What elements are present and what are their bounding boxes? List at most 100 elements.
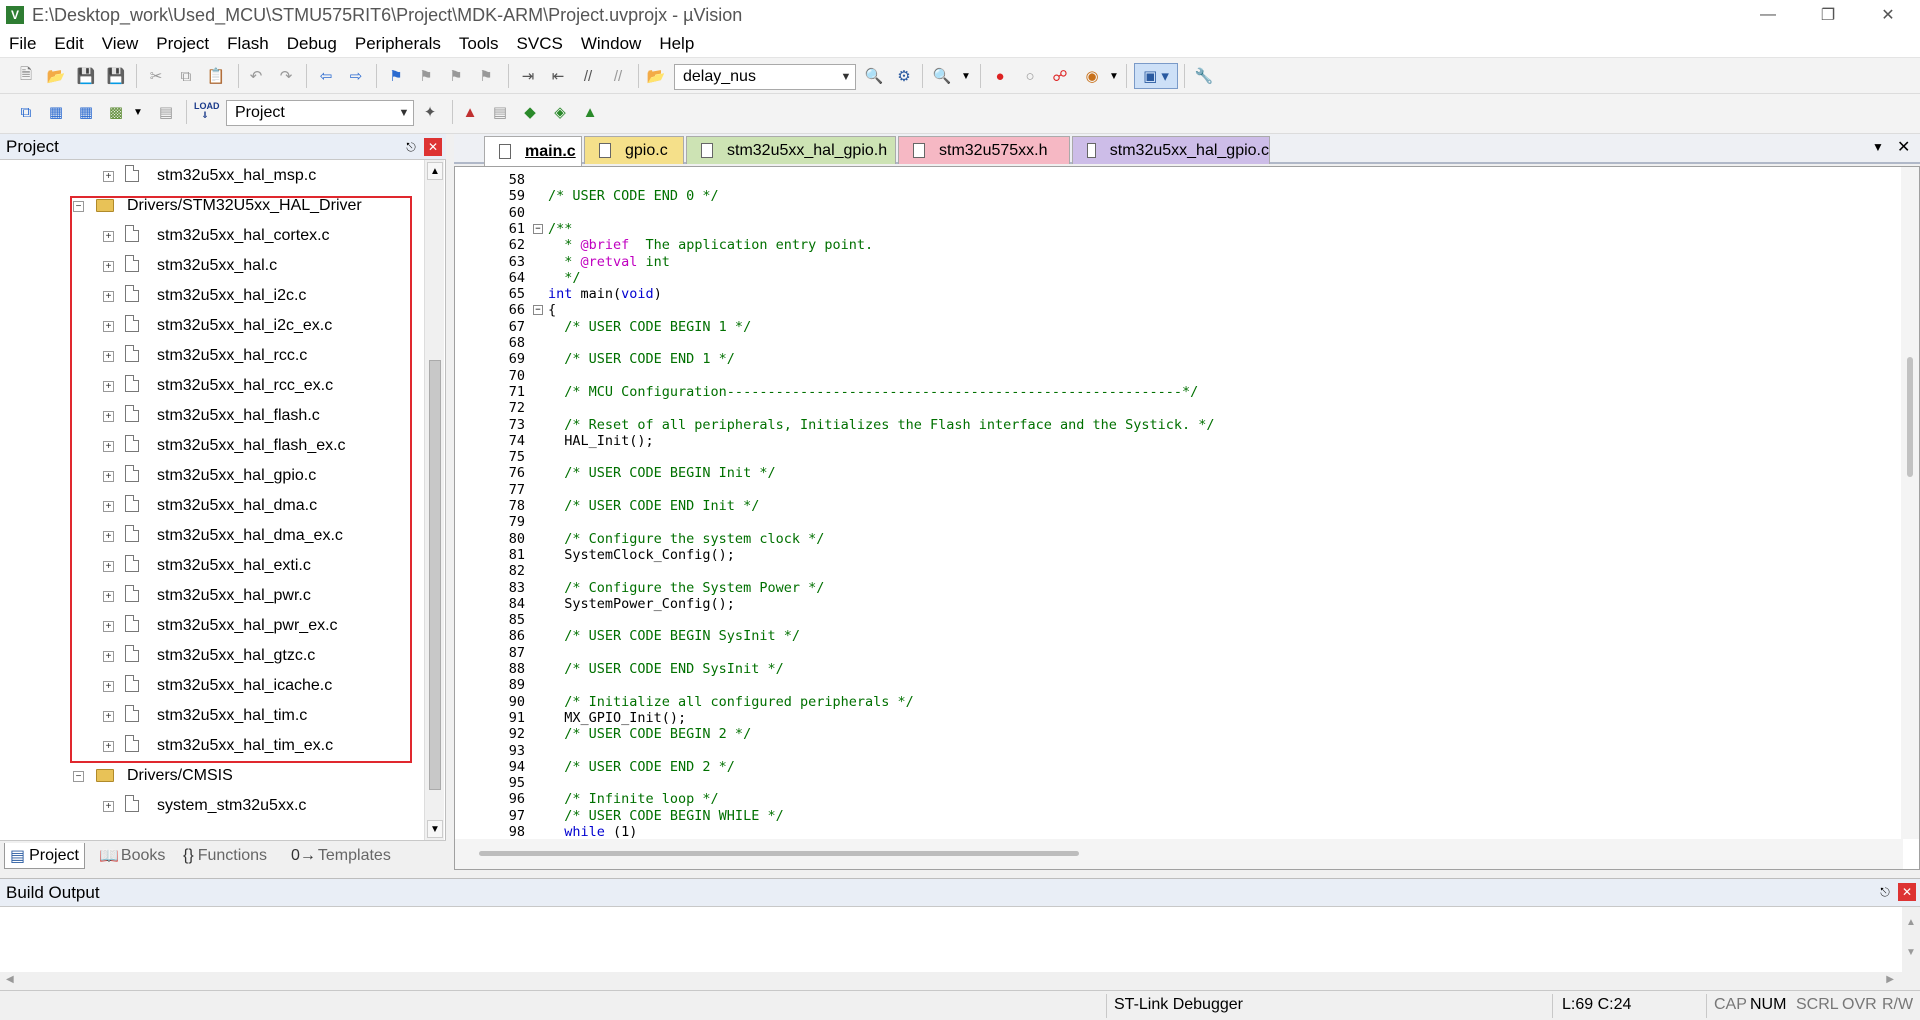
- close-window-button[interactable]: ✕: [1858, 0, 1918, 30]
- code-line[interactable]: 79: [455, 514, 1895, 530]
- code-line[interactable]: 61−/**: [455, 221, 1895, 237]
- manage-project-items-icon[interactable]: ▲: [460, 102, 480, 122]
- code-line[interactable]: 86 /* USER CODE BEGIN SysInit */: [455, 628, 1895, 644]
- minimize-button[interactable]: —: [1738, 0, 1798, 30]
- expand-icon[interactable]: +: [103, 171, 114, 182]
- menu-edit[interactable]: Edit: [45, 34, 92, 54]
- chevron-down-icon[interactable]: ▼: [1104, 66, 1124, 86]
- chevron-down-icon[interactable]: ▼: [956, 66, 976, 86]
- code-line[interactable]: 85: [455, 612, 1895, 628]
- close-panel-icon[interactable]: ✕: [424, 138, 442, 156]
- expand-icon[interactable]: +: [103, 801, 114, 812]
- redo-icon[interactable]: ↷: [276, 66, 296, 86]
- window-layout-icon[interactable]: ▣ ▾: [1134, 63, 1178, 89]
- previous-bookmark-icon[interactable]: ⚑: [416, 66, 436, 86]
- code-line[interactable]: 91 MX_GPIO_Init();: [455, 710, 1895, 726]
- tree-folder-item[interactable]: − Drivers/CMSIS: [0, 763, 424, 789]
- code-line[interactable]: 90 /* Initialize all configured peripher…: [455, 694, 1895, 710]
- pin-icon[interactable]: ⎋: [1876, 883, 1894, 901]
- next-bookmark-icon[interactable]: ⚑: [446, 66, 466, 86]
- configure-icon[interactable]: 🔧: [1194, 66, 1214, 86]
- pack-installer-icon[interactable]: ◆: [520, 102, 540, 122]
- code-line[interactable]: 62 * @brief The application entry point.: [455, 237, 1895, 253]
- code-line[interactable]: 73 /* Reset of all peripherals, Initiali…: [455, 417, 1895, 433]
- tree-scroll-thumb[interactable]: [429, 360, 441, 790]
- menu-tools[interactable]: Tools: [450, 34, 508, 54]
- menu-project[interactable]: Project: [147, 34, 218, 54]
- scroll-left-icon[interactable]: ◀: [6, 974, 14, 985]
- rebuild-icon[interactable]: ▦: [76, 102, 96, 122]
- code-line[interactable]: 83 /* Configure the System Power */: [455, 580, 1895, 596]
- tab-functions[interactable]: {} Functions: [178, 843, 272, 869]
- chevron-down-icon[interactable]: ▼: [395, 101, 413, 125]
- code-line[interactable]: 84 SystemPower_Config();: [455, 596, 1895, 612]
- editor-hscroll-thumb[interactable]: [479, 851, 1079, 856]
- code-line[interactable]: 89: [455, 677, 1895, 693]
- code-line[interactable]: 68: [455, 335, 1895, 351]
- code-line[interactable]: 69 /* USER CODE END 1 */: [455, 351, 1895, 367]
- code-line[interactable]: 64 */: [455, 270, 1895, 286]
- tab-project[interactable]: ▤ Project: [4, 843, 85, 869]
- code-line[interactable]: 81 SystemClock_Config();: [455, 547, 1895, 563]
- code-line[interactable]: 78 /* USER CODE END Init */: [455, 498, 1895, 514]
- find-icon[interactable]: 🔍: [864, 66, 884, 86]
- build-output-horizontal-scrollbar[interactable]: ◀ ▶: [0, 972, 1904, 990]
- chevron-down-icon[interactable]: ▼: [128, 102, 148, 122]
- code-line[interactable]: 76 /* USER CODE BEGIN Init */: [455, 465, 1895, 481]
- find-combo[interactable]: delay_nus ▼: [674, 64, 856, 90]
- indent-icon[interactable]: ⇥: [518, 66, 538, 86]
- enable-breakpoint-icon[interactable]: ○: [1020, 66, 1040, 86]
- close-panel-icon[interactable]: ✕: [1898, 883, 1916, 901]
- clear-bookmarks-icon[interactable]: ⚑: [476, 66, 496, 86]
- tree-file-item[interactable]: + system_stm32u5xx.c: [0, 793, 424, 819]
- fold-collapse-icon[interactable]: −: [533, 223, 543, 234]
- tab-templates[interactable]: 0→ Templates: [286, 843, 396, 869]
- translate-icon[interactable]: ⧉: [16, 102, 36, 122]
- tab-list-icon[interactable]: ▼: [1872, 140, 1884, 154]
- code-line[interactable]: 74 HAL_Init();: [455, 433, 1895, 449]
- editor-tab[interactable]: stm32u5xx_hal_gpio.c: [1072, 136, 1270, 164]
- insert-bookmark-icon[interactable]: ⚑: [386, 66, 406, 86]
- editor-vertical-scrollbar[interactable]: [1901, 167, 1919, 839]
- code-line[interactable]: 80 /* Configure the system clock */: [455, 531, 1895, 547]
- code-line[interactable]: 92 /* USER CODE BEGIN 2 */: [455, 726, 1895, 742]
- find-in-files-icon[interactable]: 📂: [646, 66, 666, 86]
- editor-vscroll-thumb[interactable]: [1907, 357, 1913, 477]
- code-line[interactable]: 66−{: [455, 302, 1895, 318]
- code-line[interactable]: 72: [455, 400, 1895, 416]
- code-line[interactable]: 96 /* Infinite loop */: [455, 791, 1895, 807]
- new-file-icon[interactable]: 🗎: [16, 66, 36, 86]
- open-folder-icon[interactable]: 📂: [46, 66, 66, 86]
- code-line[interactable]: 63 * @retval int: [455, 254, 1895, 270]
- save-all-icon[interactable]: 💾: [106, 66, 126, 86]
- copy-icon[interactable]: ⧉: [176, 66, 196, 86]
- paste-icon[interactable]: 📋: [206, 66, 226, 86]
- target-combo[interactable]: Project ▼: [226, 100, 414, 126]
- build-output-text[interactable]: [0, 907, 1902, 973]
- code-line[interactable]: 98 while (1): [455, 824, 1895, 840]
- menu-flash[interactable]: Flash: [218, 34, 278, 54]
- code-line[interactable]: 77: [455, 482, 1895, 498]
- code-line[interactable]: 58: [455, 172, 1895, 188]
- build-icon[interactable]: ▦: [46, 102, 66, 122]
- incremental-find-icon[interactable]: ⚙: [894, 66, 914, 86]
- select-packs-icon[interactable]: ◈: [550, 102, 570, 122]
- menu-svcs[interactable]: SVCS: [508, 34, 572, 54]
- collapse-icon[interactable]: −: [73, 771, 84, 782]
- code-line[interactable]: 71 /* MCU Configuration-----------------…: [455, 384, 1895, 400]
- menu-view[interactable]: View: [93, 34, 148, 54]
- code-line[interactable]: 87: [455, 645, 1895, 661]
- kill-breakpoints-icon[interactable]: ◉: [1082, 66, 1102, 86]
- scroll-right-icon[interactable]: ▶: [1886, 974, 1894, 985]
- fold-collapse-icon[interactable]: −: [533, 305, 543, 316]
- chevron-down-icon[interactable]: ▼: [837, 65, 855, 89]
- editor-tab[interactable]: gpio.c: [584, 136, 684, 164]
- manage-rte-icon[interactable]: ▲: [580, 102, 600, 122]
- batch-build-icon[interactable]: ▩: [106, 102, 126, 122]
- editor-tab[interactable]: stm32u575xx.h: [898, 136, 1070, 164]
- restore-button[interactable]: ❐: [1798, 0, 1858, 30]
- uncomment-selection-icon[interactable]: //: [608, 66, 628, 86]
- load-download-icon[interactable]: LOAD ⇓: [194, 102, 220, 122]
- code-line[interactable]: 94 /* USER CODE END 2 */: [455, 759, 1895, 775]
- code-line[interactable]: 95: [455, 775, 1895, 791]
